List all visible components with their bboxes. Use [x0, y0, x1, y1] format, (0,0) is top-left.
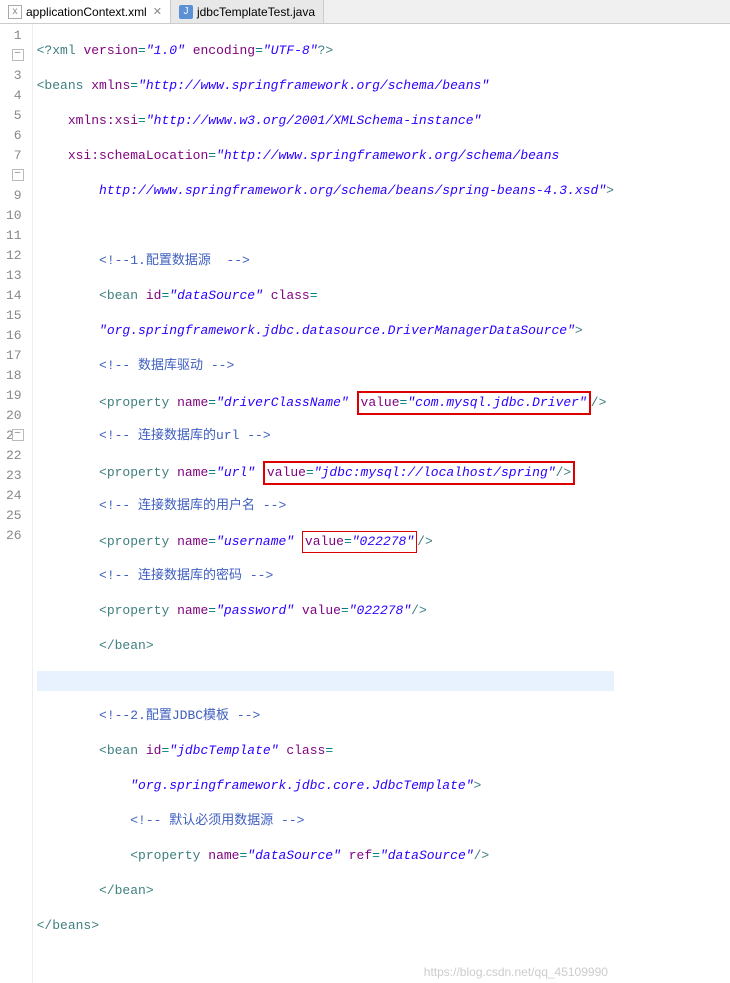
code-line: <!-- 连接数据库的密码 --> — [37, 566, 614, 586]
line-number-gutter: 1234 5678 9101112 13141516 17181920 2122… — [0, 24, 33, 983]
code-line: <property name="url" value="jdbc:mysql:/… — [37, 461, 614, 481]
tab-application-context[interactable]: x applicationContext.xml ✕ — [0, 0, 171, 23]
tab-label: jdbcTemplateTest.java — [197, 5, 315, 19]
code-line: http://www.springframework.org/schema/be… — [37, 181, 614, 201]
code-line: <bean id="dataSource" class= — [37, 286, 614, 306]
code-line: "org.springframework.jdbc.core.JdbcTempl… — [37, 776, 614, 796]
code-line: </beans> — [37, 916, 614, 936]
tab-jdbc-template-test[interactable]: J jdbcTemplateTest.java — [171, 0, 324, 23]
code-line: </bean> — [37, 636, 614, 656]
code-line: <bean id="jdbcTemplate" class= — [37, 741, 614, 761]
code-line — [37, 671, 614, 691]
code-line: <?xml version="1.0" encoding="UTF-8"?> — [37, 41, 614, 61]
code-line: <!-- 连接数据库的url --> — [37, 426, 614, 446]
code-line: "org.springframework.jdbc.datasource.Dri… — [37, 321, 614, 341]
close-icon[interactable]: ✕ — [153, 5, 162, 18]
code-line: <property name="dataSource" ref="dataSou… — [37, 846, 614, 866]
code-line — [37, 216, 614, 236]
code-line: <property name="username" value="022278"… — [37, 531, 614, 551]
code-line: <property name="driverClassName" value="… — [37, 391, 614, 411]
java-file-icon: J — [179, 5, 193, 19]
code-line: <!-- 连接数据库的用户名 --> — [37, 496, 614, 516]
code-line: <beans xmlns="http://www.springframework… — [37, 76, 614, 96]
code-editor[interactable]: 1234 5678 9101112 13141516 17181920 2122… — [0, 24, 730, 983]
xml-file-icon: x — [8, 5, 22, 19]
watermark: https://blog.csdn.net/qq_45109990 — [424, 965, 608, 979]
code-line: xmlns:xsi="http://www.w3.org/2001/XMLSch… — [37, 111, 614, 131]
code-line: xsi:schemaLocation="http://www.springfra… — [37, 146, 614, 166]
code-area[interactable]: <?xml version="1.0" encoding="UTF-8"?> <… — [33, 24, 618, 983]
code-line: <!-- 默认必须用数据源 --> — [37, 811, 614, 831]
code-line: </bean> — [37, 881, 614, 901]
editor-tabs: x applicationContext.xml ✕ J jdbcTemplat… — [0, 0, 730, 24]
tab-label: applicationContext.xml — [26, 5, 147, 19]
code-line: <!-- 数据库驱动 --> — [37, 356, 614, 376]
code-line: <!--2.配置JDBC模板 --> — [37, 706, 614, 726]
code-line: <property name="password" value="022278"… — [37, 601, 614, 621]
code-line: <!--1.配置数据源 --> — [37, 251, 614, 271]
